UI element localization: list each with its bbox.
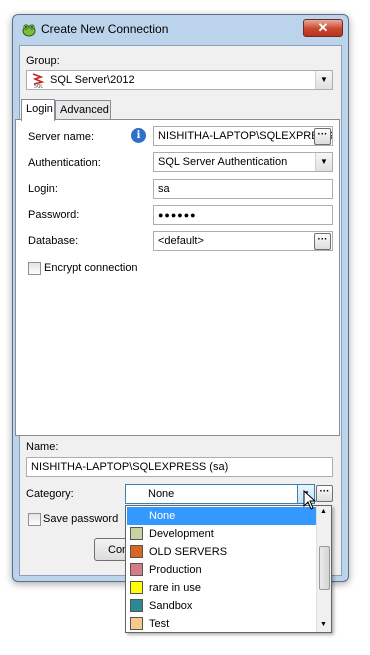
scroll-down-icon[interactable]: ▼ — [320, 621, 327, 628]
option-label: Production — [149, 564, 202, 576]
sql-server-icon: SQL — [32, 73, 45, 89]
color-swatch — [130, 563, 143, 576]
group-value: SQL Server\2012 — [50, 74, 135, 86]
option-label: Development — [149, 528, 214, 540]
browse-server-button[interactable]: ··· — [314, 128, 331, 145]
color-swatch — [130, 581, 143, 594]
chevron-down-icon[interactable]: ▼ — [315, 71, 332, 89]
close-icon: ✕ — [317, 20, 329, 35]
password-input[interactable]: ●●●●●● — [153, 205, 333, 225]
database-value: <default> — [158, 235, 204, 247]
category-label: Category: — [26, 488, 74, 500]
category-dropdown-list: None Development OLD SERVERS Production … — [125, 505, 332, 633]
info-icon[interactable]: i — [131, 128, 146, 143]
encrypt-connection-label: Encrypt connection — [44, 262, 138, 274]
scrollbar-thumb[interactable] — [319, 546, 330, 590]
option-label: None — [149, 510, 176, 522]
authentication-value: SQL Server Authentication — [158, 156, 288, 168]
chevron-down-icon[interactable]: ▼ — [315, 153, 332, 171]
tab-login[interactable]: Login — [21, 99, 55, 121]
color-swatch — [130, 599, 143, 612]
connection-name-input[interactable]: NISHITHA-LAPTOP\SQLEXPRESS (sa) — [26, 457, 333, 477]
group-select[interactable]: SQL SQL Server\2012 ▼ — [26, 70, 333, 90]
server-name-value: NISHITHA-LAPTOP\SQLEXPRESS — [158, 130, 333, 142]
tab-login-label: Login — [26, 103, 53, 115]
category-option-test[interactable]: Test — [127, 615, 316, 633]
password-label: Password: — [28, 209, 80, 221]
authentication-select[interactable]: SQL Server Authentication ▼ — [153, 152, 333, 172]
edit-categories-button[interactable]: ··· — [316, 485, 333, 502]
category-option-development[interactable]: Development — [127, 525, 316, 543]
tab-advanced-label: Advanced — [60, 104, 109, 116]
database-input[interactable]: <default> — [153, 231, 333, 251]
window-title: Create New Connection — [41, 22, 169, 36]
category-option-sandbox[interactable]: Sandbox — [127, 597, 316, 615]
encrypt-connection-checkbox[interactable] — [28, 262, 41, 275]
option-label: Sandbox — [149, 600, 193, 612]
category-select[interactable]: None ▼ — [125, 484, 315, 504]
option-label: Test — [149, 618, 170, 630]
color-swatch — [130, 617, 143, 630]
authentication-label: Authentication: — [28, 157, 101, 169]
scroll-up-icon[interactable]: ▲ — [320, 508, 327, 515]
save-password-checkbox[interactable] — [28, 513, 41, 526]
frog-app-icon — [22, 24, 36, 37]
category-option-old-servers[interactable]: OLD SERVERS — [127, 543, 316, 561]
password-value: ●●●●●● — [158, 210, 197, 220]
database-label: Database: — [28, 235, 79, 247]
category-option-none[interactable]: None — [127, 507, 316, 525]
group-label: Group: — [26, 55, 60, 67]
option-label: OLD SERVERS — [149, 546, 228, 558]
login-label: Login: — [28, 183, 58, 195]
login-input[interactable]: sa — [153, 179, 333, 199]
dropdown-scrollbar[interactable]: ▲ ▼ — [316, 506, 331, 632]
option-label: rare in use — [149, 582, 201, 594]
name-label: Name: — [26, 441, 59, 453]
category-option-rare-in-use[interactable]: rare in use — [127, 579, 316, 597]
server-name-input[interactable]: NISHITHA-LAPTOP\SQLEXPRESS — [153, 126, 333, 146]
category-value: None — [148, 488, 175, 500]
save-password-label: Save password — [43, 513, 119, 525]
title-bar: Create New Connection ✕ — [13, 15, 348, 45]
color-swatch — [130, 545, 143, 558]
category-option-production[interactable]: Production — [127, 561, 316, 579]
login-value: sa — [158, 183, 170, 195]
close-button[interactable]: ✕ — [303, 19, 343, 37]
color-swatch — [130, 527, 143, 540]
browse-database-button[interactable]: ··· — [314, 233, 331, 250]
tab-advanced[interactable]: Advanced — [55, 100, 111, 120]
svg-text:SQL: SQL — [34, 84, 43, 89]
connection-name-value: NISHITHA-LAPTOP\SQLEXPRESS (sa) — [31, 461, 229, 473]
server-name-label: Server name: — [28, 131, 95, 143]
mouse-cursor-icon — [303, 490, 317, 510]
